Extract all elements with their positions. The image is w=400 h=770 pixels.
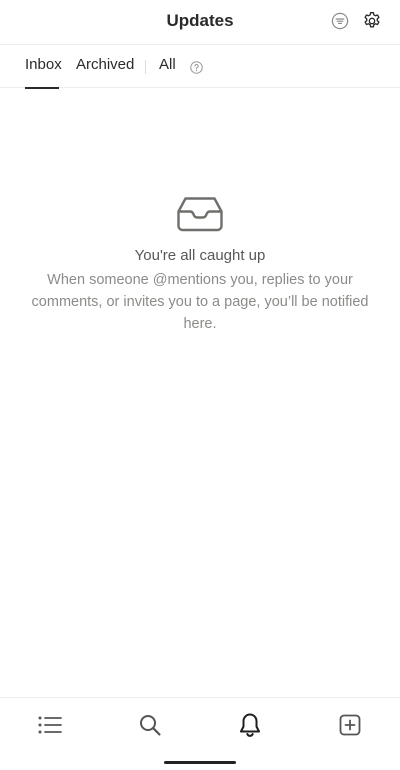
nav-new-page-button[interactable]: [336, 711, 364, 739]
filter-button[interactable]: [330, 11, 350, 31]
bottom-nav: [0, 697, 400, 770]
tab-archived[interactable]: Archived: [76, 56, 134, 88]
inbox-tray-icon: [177, 197, 223, 232]
tab-all[interactable]: All: [159, 56, 176, 88]
list-icon: [38, 716, 62, 734]
nav-pages-button[interactable]: [36, 711, 64, 739]
tab-bar: Inbox Archived All: [0, 44, 400, 89]
gear-icon: [364, 12, 380, 28]
nav-updates-button[interactable]: [236, 711, 264, 739]
search-icon: [140, 715, 161, 736]
empty-state-title: You're all caught up: [134, 247, 266, 264]
plus-square-icon: [339, 714, 361, 736]
tab-inbox[interactable]: Inbox: [25, 56, 62, 89]
top-bar: Updates: [0, 0, 400, 44]
empty-state: You're all caught up When someone @menti…: [0, 195, 400, 335]
question-circle-icon: [189, 60, 203, 74]
bell-icon: [240, 713, 260, 737]
filter-lines-icon: [331, 12, 349, 30]
help-button[interactable]: [189, 60, 203, 74]
settings-button[interactable]: [361, 10, 383, 32]
nav-search-button[interactable]: [136, 711, 164, 739]
tab-divider: [145, 60, 146, 74]
empty-state-description: When someone @mentions you, replies to y…: [31, 272, 369, 332]
home-indicator: [164, 761, 236, 764]
